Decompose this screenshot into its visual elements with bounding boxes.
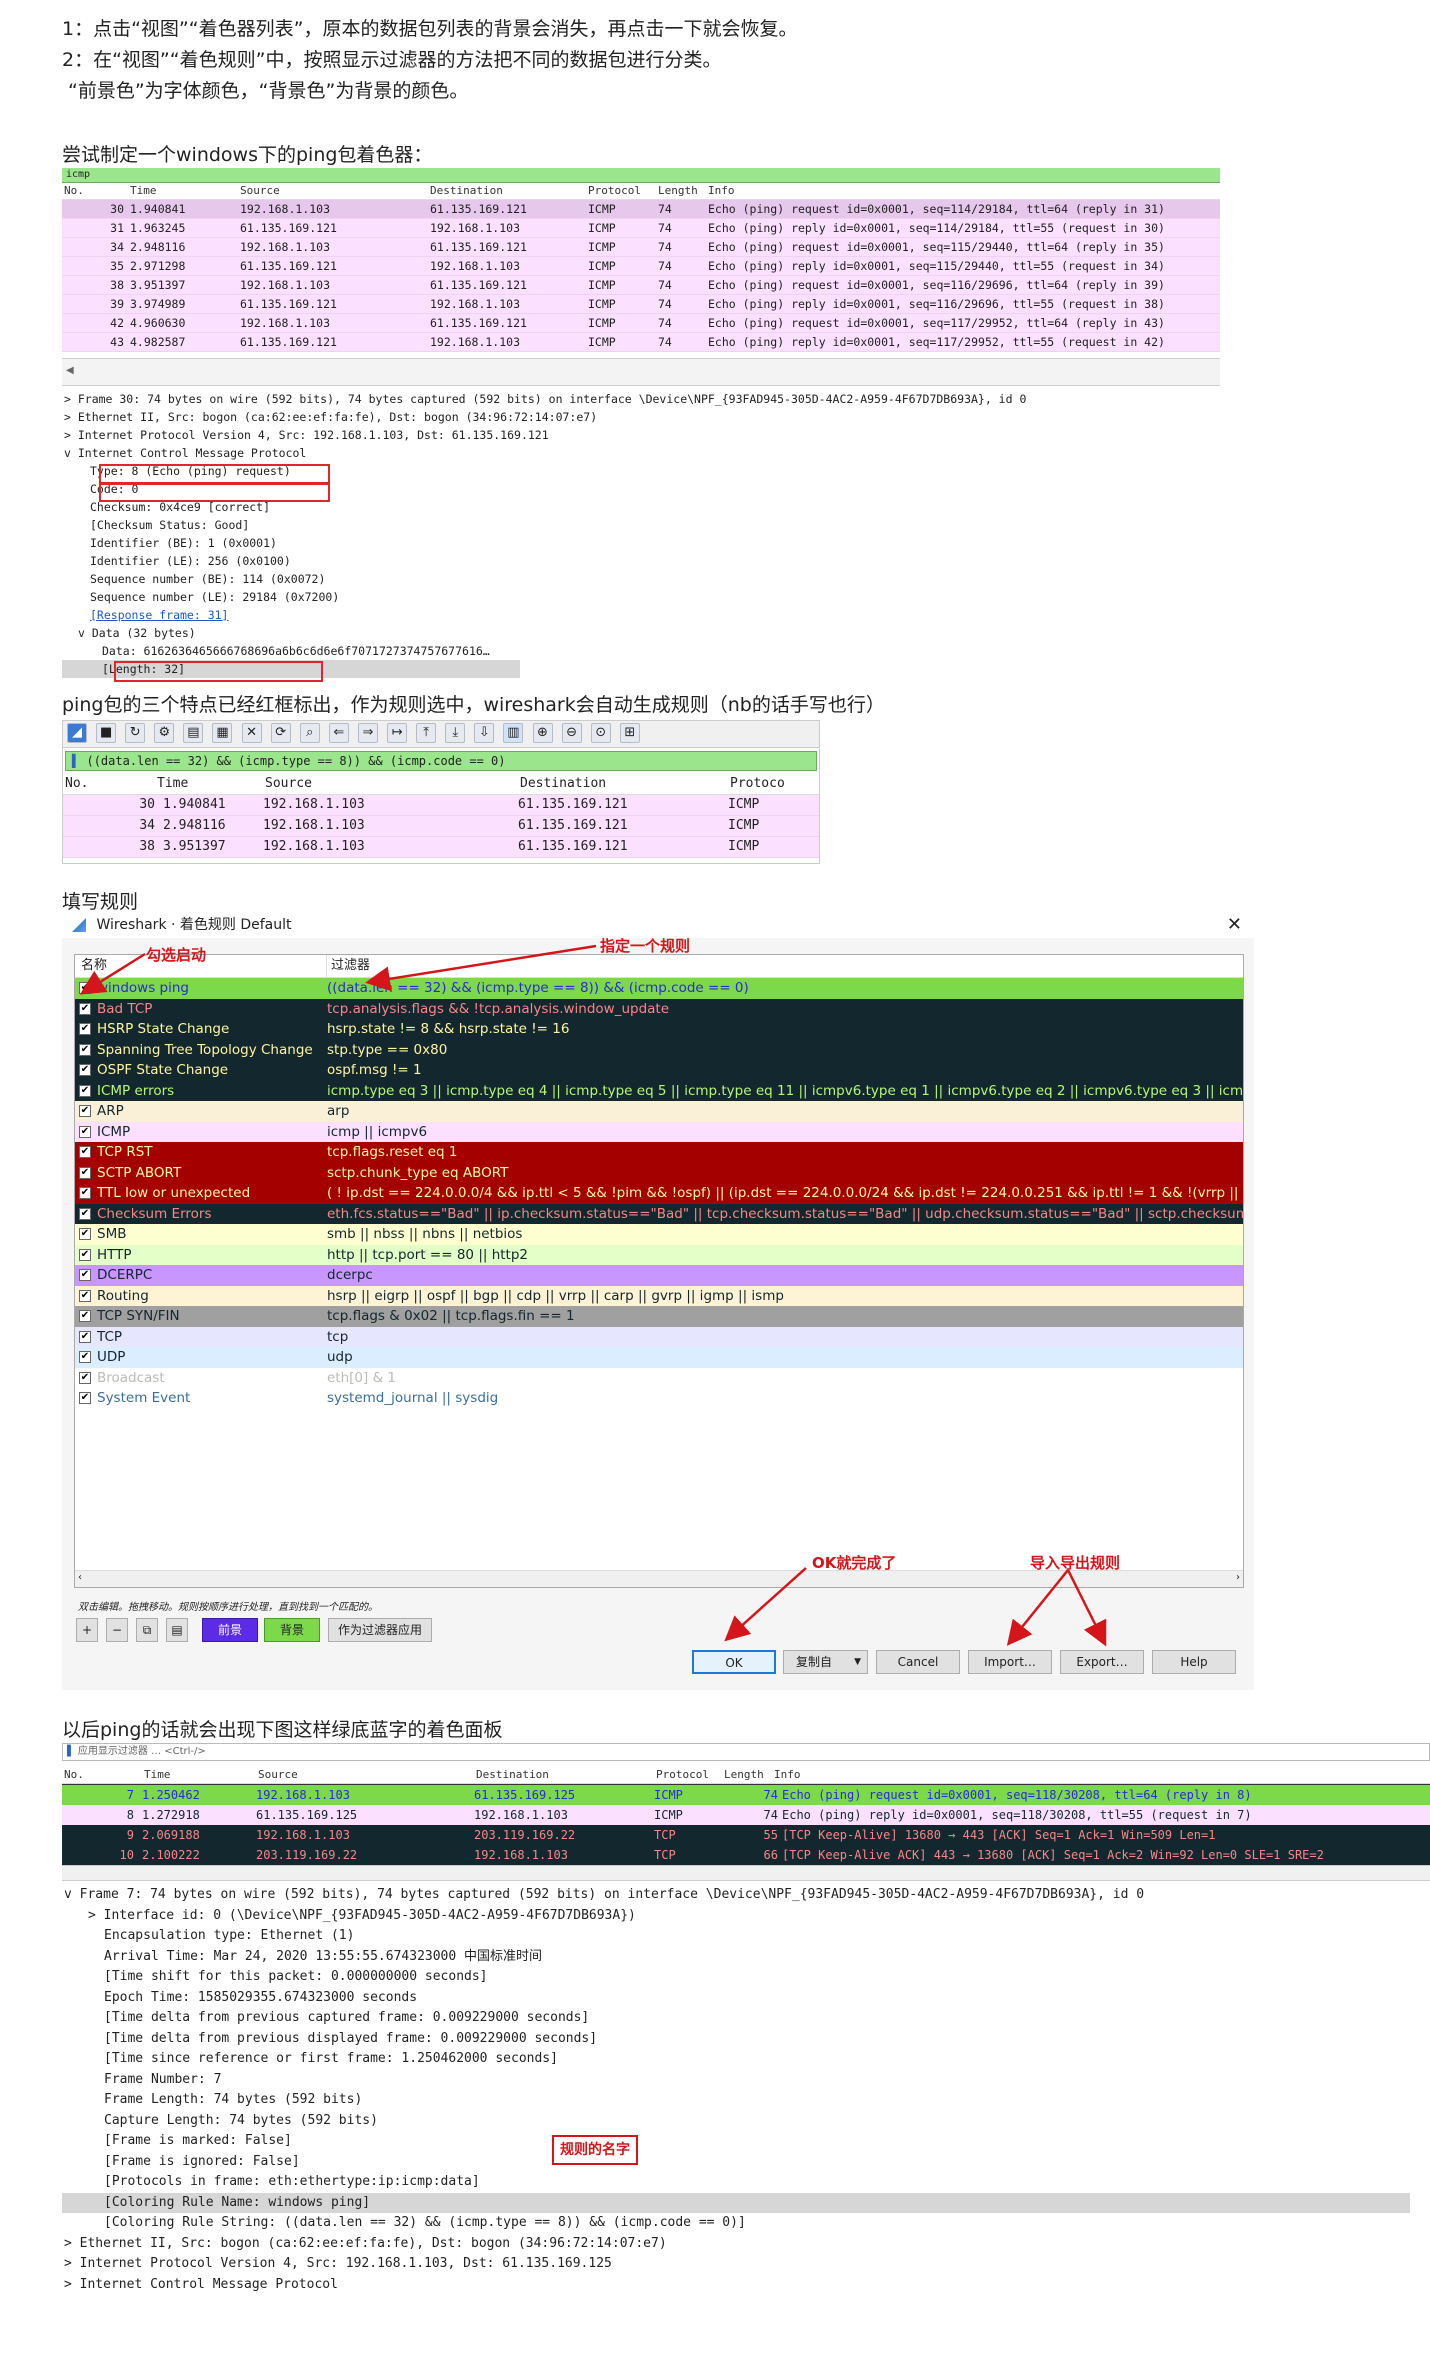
cell-protocol: TCP — [654, 1848, 676, 1862]
cell-destination: 192.168.1.103 — [474, 1848, 568, 1862]
packet-list-header-3: No. Time Source Destination Protocol Len… — [62, 1767, 1430, 1784]
detail-line[interactable]: Frame Length: 74 bytes (592 bits) — [62, 2090, 1430, 2111]
cell-time: 1.250462 — [142, 1788, 200, 1802]
packet-row[interactable]: 9 2.069188 192.168.1.103 203.119.169.22 TCP 5… — [62, 1825, 1430, 1845]
col-time[interactable]: Time — [144, 1767, 258, 1783]
detail-line[interactable]: > Interface id: 0 (\Device\NPF_{93FAD945… — [62, 1906, 1430, 1927]
detail-line[interactable]: [Protocols in frame: eth:ethertype:ip:ic… — [62, 2172, 1430, 2193]
cell-no: 8 — [126, 1808, 134, 1822]
detail-line[interactable]: [Time delta from previous captured frame… — [62, 2008, 1430, 2029]
cell-source: 203.119.169.22 — [256, 1848, 358, 1862]
cell-source: 61.135.169.125 — [256, 1808, 358, 1822]
packet-row[interactable]: 8 1.272918 61.135.169.125 192.168.1.103 ICMP… — [62, 1805, 1430, 1825]
detail-line[interactable]: [Coloring Rule Name: windows ping] — [62, 2192, 1410, 2213]
cell-info: Echo (ping) reply id=0x0001, seq=118/302… — [782, 1808, 1252, 1822]
arrow-to-ok — [724, 1567, 807, 1642]
detail-line[interactable]: Frame Number: 7 — [62, 2070, 1430, 2091]
explanation-text-4: 以后ping的话就会出现下图这样绿底蓝字的着色面板 — [62, 1719, 503, 1741]
cell-source: 192.168.1.103 — [256, 1828, 350, 1842]
cell-length: 66 — [763, 1848, 778, 1862]
cell-destination: 203.119.169.22 — [474, 1828, 576, 1842]
detail-line[interactable]: Encapsulation type: Ethernet (1) — [62, 1926, 1430, 1947]
cell-length: 74 — [763, 1788, 778, 1802]
detail-line[interactable]: > Internet Protocol Version 4, Src: 192.… — [62, 2254, 1430, 2275]
display-filter-placeholder: 应用显示过滤器 … <Ctrl-/> — [77, 1746, 206, 1757]
cell-no: 7 — [126, 1788, 134, 1802]
detail-line[interactable]: > Ethernet II, Src: bogon (ca:62:ee:ef:f… — [62, 2234, 1430, 2255]
col-length[interactable]: Length — [724, 1767, 774, 1783]
col-destination[interactable]: Destination — [476, 1767, 656, 1783]
cell-time: 2.069188 — [142, 1828, 200, 1842]
col-protocol[interactable]: Protocol — [656, 1767, 724, 1783]
annotation-rule-name: 规则的名字 — [552, 2135, 638, 2165]
arrow-to-import — [1006, 1569, 1069, 1646]
horizontal-scrollbar[interactable] — [62, 1865, 1430, 1881]
cell-info: [TCP Keep-Alive] 13680 → 443 [ACK] Seq=1… — [782, 1828, 1216, 1842]
detail-line[interactable]: [Time shift for this packet: 0.000000000… — [62, 1967, 1430, 1988]
arrow-to-checkbox — [79, 952, 146, 995]
detail-line[interactable]: [Frame is marked: False] — [62, 2131, 1430, 2152]
cell-destination: 61.135.169.125 — [474, 1788, 576, 1802]
detail-line[interactable]: [Frame is ignored: False] — [62, 2152, 1430, 2173]
cell-time: 2.100222 — [142, 1848, 200, 1862]
detail-line[interactable]: > Internet Control Message Protocol — [62, 2275, 1430, 2296]
packet-capture-screenshot-3: ▌ 应用显示过滤器 … <Ctrl-/> No. Time Source Des… — [62, 1743, 1430, 2325]
col-source[interactable]: Source — [258, 1767, 476, 1783]
detail-line[interactable]: v Frame 7: 74 bytes on wire (592 bits), … — [62, 1885, 1430, 1906]
arrow-to-export — [1066, 1569, 1107, 1647]
bookmark-icon[interactable]: ▌ — [67, 1746, 75, 1757]
cell-destination: 192.168.1.103 — [474, 1808, 568, 1822]
cell-protocol: ICMP — [654, 1788, 683, 1802]
col-no[interactable]: No. — [62, 1767, 144, 1783]
cell-protocol: TCP — [654, 1828, 676, 1842]
packet-list-3: 7 1.250462 192.168.1.103 61.135.169.125 ICMP… — [62, 1784, 1430, 1865]
cell-info: [TCP Keep-Alive ACK] 443 → 13680 [ACK] S… — [782, 1848, 1324, 1862]
detail-line[interactable]: [Coloring Rule String: ((data.len == 32)… — [62, 2213, 1430, 2234]
cell-length: 55 — [763, 1828, 778, 1842]
cell-no: 10 — [119, 1848, 134, 1862]
col-info[interactable]: Info — [774, 1767, 1430, 1783]
detail-line[interactable]: Arrival Time: Mar 24, 2020 13:55:55.6743… — [62, 1947, 1430, 1968]
display-filter-input[interactable]: ▌ 应用显示过滤器 … <Ctrl-/> — [62, 1743, 1430, 1761]
detail-line[interactable]: Epoch Time: 1585029355.674323000 seconds — [62, 1988, 1430, 2009]
packet-row[interactable]: 10 2.100222 203.119.169.22 192.168.1.103 TCP… — [62, 1845, 1430, 1865]
cell-protocol: ICMP — [654, 1808, 683, 1822]
packet-details-3: v Frame 7: 74 bytes on wire (592 bits), … — [62, 1881, 1430, 2295]
cell-time: 1.272918 — [142, 1808, 200, 1822]
detail-line[interactable]: [Time since reference or first frame: 1.… — [62, 2049, 1430, 2070]
arrow-to-filter — [365, 944, 597, 992]
detail-line[interactable]: Capture Length: 74 bytes (592 bits) — [62, 2111, 1430, 2132]
cell-length: 74 — [763, 1808, 778, 1822]
packet-row[interactable]: 7 1.250462 192.168.1.103 61.135.169.125 ICMP… — [62, 1784, 1430, 1805]
cell-info: Echo (ping) request id=0x0001, seq=118/3… — [782, 1788, 1252, 1802]
cell-no: 9 — [126, 1828, 134, 1842]
cell-source: 192.168.1.103 — [256, 1788, 350, 1802]
detail-line[interactable]: [Time delta from previous displayed fram… — [62, 2029, 1430, 2050]
